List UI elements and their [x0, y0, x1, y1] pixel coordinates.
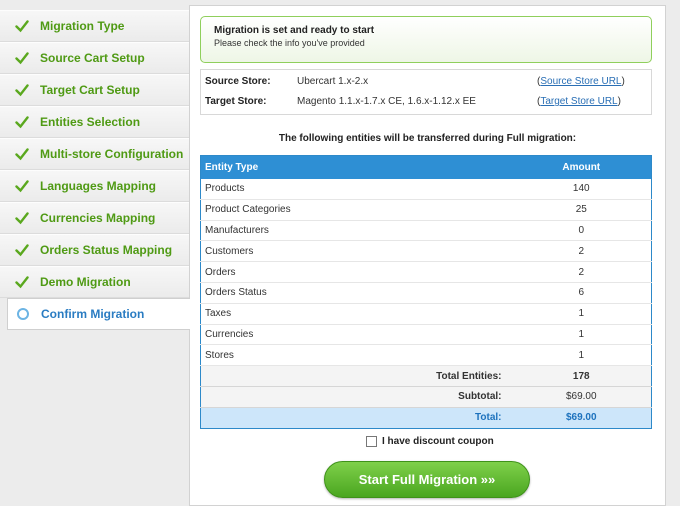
step-currencies-mapping[interactable]: Currencies Mapping — [0, 202, 189, 234]
discount-coupon-label: I have discount coupon — [382, 436, 494, 447]
check-icon — [15, 20, 29, 33]
target-store-url-wrap: (Target Store URL) — [537, 96, 621, 107]
entity-type-cell: Stores — [200, 344, 512, 367]
step-label: Languages Mapping — [40, 179, 157, 193]
step-label: Confirm Migration — [41, 307, 145, 321]
amount-cell: 1 — [511, 303, 652, 325]
amount-cell: 25 — [511, 199, 652, 221]
table-row: Currencies 1 — [200, 324, 652, 346]
entity-type-cell: Product Categories — [200, 199, 512, 221]
source-store-url-link[interactable]: Source Store URL — [540, 76, 621, 87]
wizard-steps: Migration Type Source Cart Setup Target … — [0, 10, 190, 330]
source-store-label: Source Store: — [205, 76, 271, 87]
discount-coupon-option[interactable]: I have discount coupon — [366, 436, 494, 447]
total-row: Total: $69.00 — [200, 407, 652, 429]
step-label: Orders Status Mapping — [40, 243, 173, 257]
table-row: Taxes 1 — [200, 303, 652, 325]
step-label: Currencies Mapping — [40, 211, 156, 225]
step-multi-store-configuration[interactable]: Multi-store Configuration — [0, 138, 189, 170]
total-entities-value: 178 — [511, 365, 652, 387]
step-label: Migration Type — [40, 19, 125, 33]
check-icon — [15, 276, 29, 289]
amount-cell: 140 — [511, 178, 652, 200]
check-icon — [15, 180, 29, 193]
table-row: Customers 2 — [200, 240, 652, 263]
total-entities-label: Total Entities: — [200, 365, 512, 387]
source-store-value: Ubercart 1.x-2.x — [297, 76, 369, 87]
step-label: Entities Selection — [40, 115, 141, 129]
discount-coupon-checkbox[interactable] — [366, 436, 377, 447]
check-icon — [15, 52, 29, 65]
subtotal-value: $69.00 — [511, 386, 652, 408]
step-target-cart-setup[interactable]: Target Cart Setup — [0, 74, 189, 106]
table-row: Product Categories 25 — [200, 199, 652, 221]
ready-notice: Migration is set and ready to start Plea… — [200, 16, 652, 63]
table-row: Products 140 — [200, 178, 652, 200]
table-row: Orders 2 — [200, 261, 652, 283]
amount-cell: 6 — [511, 282, 652, 304]
target-store-value: Magento 1.1.x-1.7.x CE, 1.6.x-1.12.x EE — [297, 96, 476, 107]
table-row: Manufacturers 0 — [200, 220, 652, 242]
notice-title: Migration is set and ready to start — [214, 25, 375, 36]
total-label: Total: — [200, 407, 512, 429]
source-store-url-wrap: (Source Store URL) — [537, 76, 625, 87]
step-entities-selection[interactable]: Entities Selection — [0, 106, 189, 138]
target-store-row: Target Store: Magento 1.1.x-1.7.x CE, 1.… — [201, 90, 651, 110]
table-row: Stores 1 — [200, 344, 652, 367]
subtotal-row: Subtotal: $69.00 — [200, 386, 652, 408]
step-label: Target Cart Setup — [40, 83, 140, 97]
target-store-label: Target Store: — [205, 96, 267, 107]
store-summary: Source Store: Ubercart 1.x-2.x (Source S… — [200, 69, 652, 115]
subtotal-label: Subtotal: — [200, 386, 512, 408]
confirm-panel: Migration is set and ready to start Plea… — [189, 5, 666, 506]
check-icon — [15, 212, 29, 225]
amount-cell: 1 — [511, 324, 652, 346]
entity-type-cell: Orders — [200, 261, 512, 283]
amount-cell: 2 — [511, 240, 652, 263]
total-value: $69.00 — [511, 407, 652, 429]
source-store-row: Source Store: Ubercart 1.x-2.x (Source S… — [201, 70, 651, 90]
target-store-url-link[interactable]: Target Store URL — [540, 96, 617, 107]
entity-type-cell: Customers — [200, 240, 512, 263]
entities-table: Entity Type Amount Products 140 Product Ca… — [200, 155, 652, 429]
step-demo-migration[interactable]: Demo Migration — [0, 266, 189, 298]
step-label: Multi-store Configuration — [40, 147, 184, 161]
step-source-cart-setup[interactable]: Source Cart Setup — [0, 42, 189, 74]
step-label: Source Cart Setup — [40, 51, 145, 65]
header-amount: Amount — [511, 155, 652, 179]
step-orders-status-mapping[interactable]: Orders Status Mapping — [0, 234, 189, 266]
entities-caption: The following entities will be transferr… — [278, 133, 577, 144]
check-icon — [15, 84, 29, 97]
step-migration-type[interactable]: Migration Type — [0, 10, 189, 42]
current-step-icon — [17, 308, 29, 320]
step-confirm-migration[interactable]: Confirm Migration — [7, 298, 190, 330]
header-entity-type: Entity Type — [200, 155, 512, 179]
entity-type-cell: Orders Status — [200, 282, 512, 304]
total-entities-row: Total Entities: 178 — [200, 365, 652, 387]
amount-cell: 1 — [511, 344, 652, 367]
entity-type-cell: Products — [200, 178, 512, 200]
entity-type-cell: Currencies — [200, 324, 512, 346]
notice-subtitle: Please check the info you've provided — [214, 38, 365, 48]
step-label: Demo Migration — [40, 275, 131, 289]
step-languages-mapping[interactable]: Languages Mapping — [0, 170, 189, 202]
entity-type-cell: Taxes — [200, 303, 512, 325]
amount-cell: 2 — [511, 261, 652, 283]
paren-close: ) — [621, 76, 625, 87]
start-full-migration-button[interactable]: Start Full Migration »» — [324, 461, 530, 498]
check-icon — [15, 116, 29, 129]
amount-cell: 0 — [511, 220, 652, 242]
table-row: Orders Status 6 — [200, 282, 652, 304]
paren-close: ) — [617, 96, 621, 107]
table-header: Entity Type Amount — [200, 155, 652, 179]
check-icon — [15, 148, 29, 161]
entity-type-cell: Manufacturers — [200, 220, 512, 242]
check-icon — [15, 244, 29, 257]
